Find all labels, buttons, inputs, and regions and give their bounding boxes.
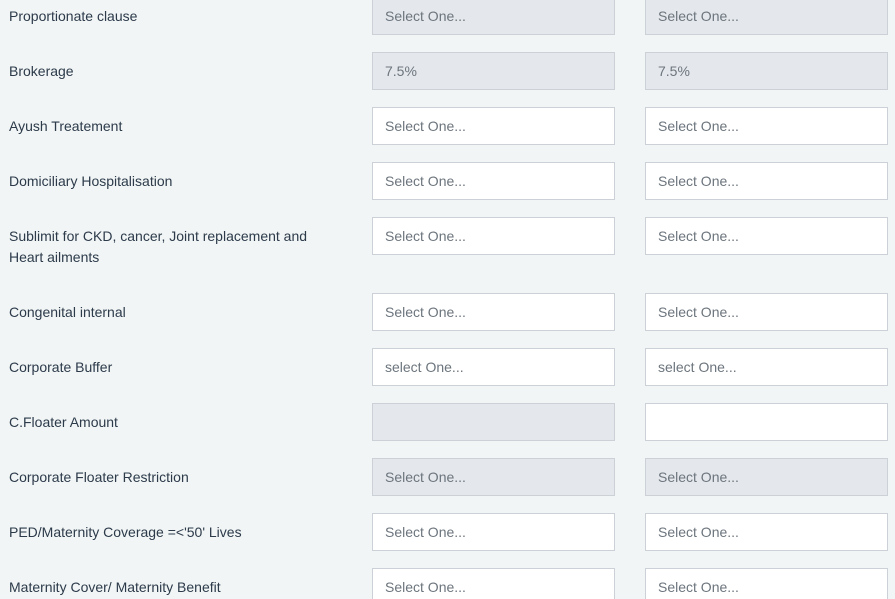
brokerage-input-1[interactable]: 7.5% [372, 52, 615, 90]
ped-maternity-coverage-select-1[interactable]: Select One... [372, 513, 615, 551]
congenital-internal-select-1[interactable]: Select One... [372, 293, 615, 331]
c-floater-amount-input-1[interactable] [372, 403, 615, 441]
field-label: Corporate Buffer [9, 359, 113, 375]
field-label: Domiciliary Hospitalisation [9, 173, 173, 189]
ayush-treatement-select-1[interactable]: Select One... [372, 107, 615, 145]
field-label: Corporate Floater Restriction [9, 469, 189, 485]
ayush-treatement-select-2[interactable]: Select One... [645, 107, 888, 145]
corporate-buffer-select-2[interactable]: select One... [645, 348, 888, 386]
domiciliary-hospitalisation-select-2[interactable]: Select One... [645, 162, 888, 200]
field-label: Maternity Cover/ Maternity Benefit [9, 579, 221, 595]
coverage-form: Proportionate clause Select One... Selec… [0, 0, 895, 599]
domiciliary-hospitalisation-select-1[interactable]: Select One... [372, 162, 615, 200]
corporate-buffer-select-1[interactable]: select One... [372, 348, 615, 386]
corporate-floater-restriction-select-2[interactable]: Select One... [645, 458, 888, 496]
sublimit-select-1[interactable]: Select One... [372, 217, 615, 255]
c-floater-amount-input-2[interactable] [645, 403, 888, 441]
field-label: Sublimit for CKD, cancer, Joint replacem… [9, 228, 308, 265]
maternity-cover-select-2[interactable]: Select One... [645, 568, 888, 599]
field-label: PED/Maternity Coverage =<'50' Lives [9, 524, 242, 540]
field-label: Congenital internal [9, 304, 126, 320]
congenital-internal-select-2[interactable]: Select One... [645, 293, 888, 331]
proportionate-clause-select-2[interactable]: Select One... [645, 0, 888, 35]
proportionate-clause-select-1[interactable]: Select One... [372, 0, 615, 35]
field-label: Brokerage [9, 63, 74, 79]
corporate-floater-restriction-select-1[interactable]: Select One... [372, 458, 615, 496]
field-label: C.Floater Amount [9, 414, 118, 430]
ped-maternity-coverage-select-2[interactable]: Select One... [645, 513, 888, 551]
sublimit-select-2[interactable]: Select One... [645, 217, 888, 255]
field-label: Proportionate clause [9, 8, 138, 24]
field-label: Ayush Treatement [9, 118, 123, 134]
brokerage-input-2[interactable]: 7.5% [645, 52, 888, 90]
maternity-cover-select-1[interactable]: Select One... [372, 568, 615, 599]
